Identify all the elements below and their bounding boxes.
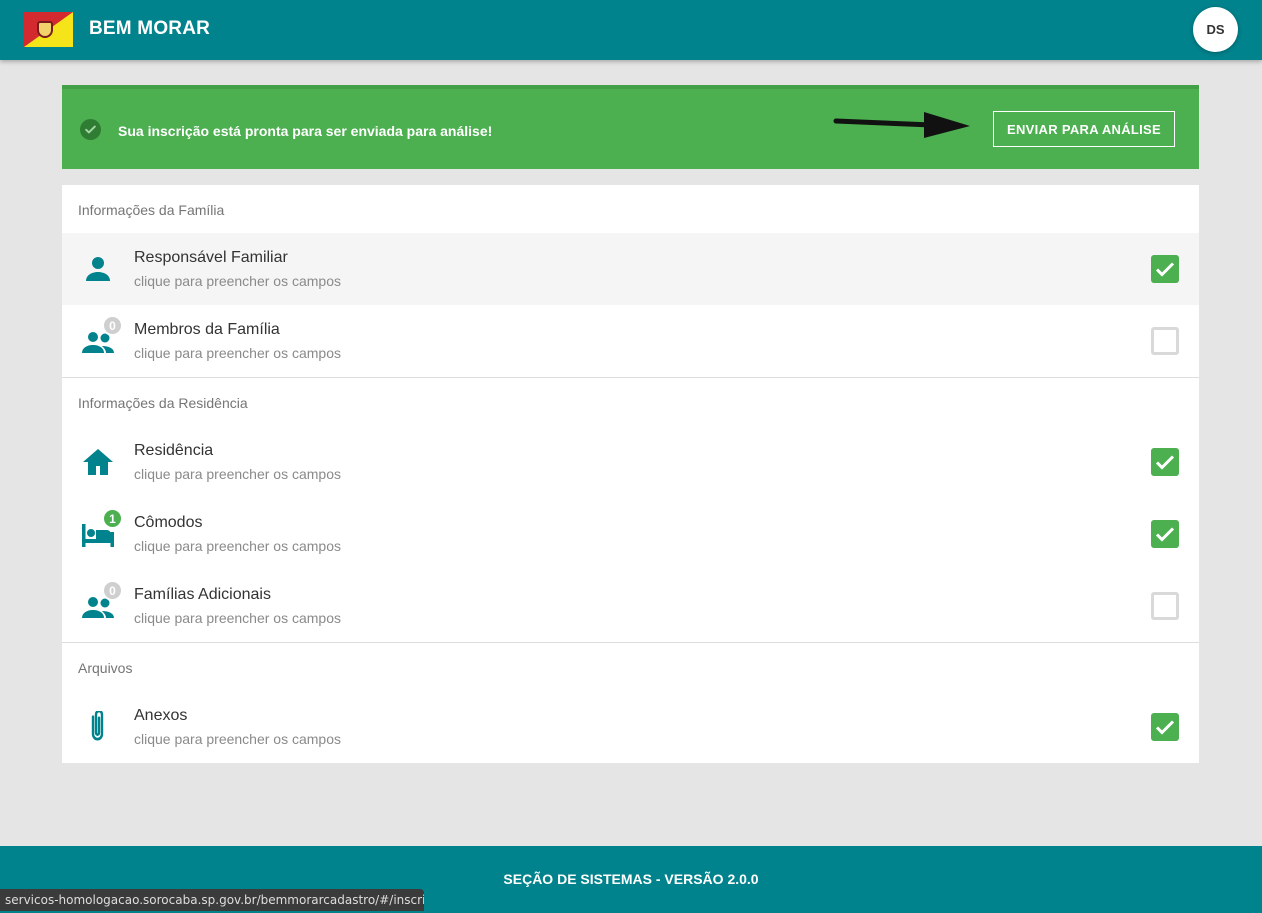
completed-checkbox[interactable] bbox=[1151, 255, 1179, 283]
checkmark-icon bbox=[1155, 455, 1175, 470]
checkmark-icon bbox=[1155, 720, 1175, 735]
user-avatar[interactable]: DS bbox=[1193, 7, 1238, 52]
divider bbox=[62, 377, 1199, 378]
item-title: Residência bbox=[134, 442, 214, 459]
divider bbox=[62, 642, 1199, 643]
item-title: Anexos bbox=[134, 707, 188, 724]
list-item-residencia[interactable]: Residência clique para preencher os camp… bbox=[62, 426, 1199, 498]
item-title: Famílias Adicionais bbox=[134, 586, 271, 603]
list-item-membros-familia[interactable]: 0 Membros da Família clique para preench… bbox=[62, 305, 1199, 377]
count-badge: 0 bbox=[102, 580, 123, 601]
item-subtitle: clique para preencher os campos bbox=[134, 538, 342, 554]
item-subtitle: clique para preencher os campos bbox=[134, 345, 342, 361]
footer-version-text: SEÇÃO DE SISTEMAS - VERSÃO 2.0.0 bbox=[503, 871, 759, 887]
count-badge: 0 bbox=[102, 315, 123, 336]
ready-banner: Sua inscrição está pronta para ser envia… bbox=[62, 85, 1199, 169]
section-title-residence: Informações da Residência bbox=[78, 395, 248, 411]
section-title-files: Arquivos bbox=[78, 660, 133, 676]
registration-checklist: Informações da Família Responsável Famil… bbox=[62, 185, 1199, 763]
incomplete-checkbox[interactable] bbox=[1151, 592, 1179, 620]
section-title-family: Informações da Família bbox=[78, 202, 225, 218]
paperclip-icon bbox=[91, 711, 104, 741]
list-item-responsavel-familiar[interactable]: Responsável Familiar clique para preench… bbox=[62, 233, 1199, 305]
list-item-comodos[interactable]: 1 Cômodos clique para preencher os campo… bbox=[62, 498, 1199, 570]
arrow-right-icon bbox=[833, 112, 970, 138]
item-subtitle: clique para preencher os campos bbox=[134, 610, 342, 626]
item-title: Membros da Família bbox=[134, 321, 280, 338]
item-subtitle: clique para preencher os campos bbox=[134, 731, 342, 747]
item-title: Responsável Familiar bbox=[134, 249, 288, 266]
check-circle-icon bbox=[80, 119, 101, 140]
completed-checkbox[interactable] bbox=[1151, 448, 1179, 476]
item-subtitle: clique para preencher os campos bbox=[134, 466, 342, 482]
completed-checkbox[interactable] bbox=[1151, 520, 1179, 548]
list-item-familias-adicionais[interactable]: 0 Famílias Adicionais clique para preenc… bbox=[62, 570, 1199, 642]
coat-of-arms-icon bbox=[37, 21, 53, 38]
home-icon bbox=[83, 449, 113, 475]
city-flag-logo bbox=[24, 12, 73, 47]
completed-checkbox[interactable] bbox=[1151, 713, 1179, 741]
top-app-bar: BEM MORAR DS bbox=[0, 0, 1262, 60]
checkmark-icon bbox=[1155, 527, 1175, 542]
person-icon bbox=[86, 257, 110, 281]
send-for-analysis-button[interactable]: ENVIAR PARA ANÁLISE bbox=[993, 111, 1175, 147]
item-title: Cômodos bbox=[134, 514, 203, 531]
item-subtitle: clique para preencher os campos bbox=[134, 273, 342, 289]
incomplete-checkbox[interactable] bbox=[1151, 327, 1179, 355]
count-badge: 1 bbox=[102, 508, 123, 529]
browser-status-url: servicos-homologacao.sorocaba.sp.gov.br/… bbox=[0, 889, 424, 911]
list-item-anexos[interactable]: Anexos clique para preencher os campos bbox=[62, 691, 1199, 763]
banner-message: Sua inscrição está pronta para ser envia… bbox=[118, 123, 493, 139]
checkmark-icon bbox=[1155, 262, 1175, 277]
app-title: BEM MORAR bbox=[89, 18, 211, 39]
